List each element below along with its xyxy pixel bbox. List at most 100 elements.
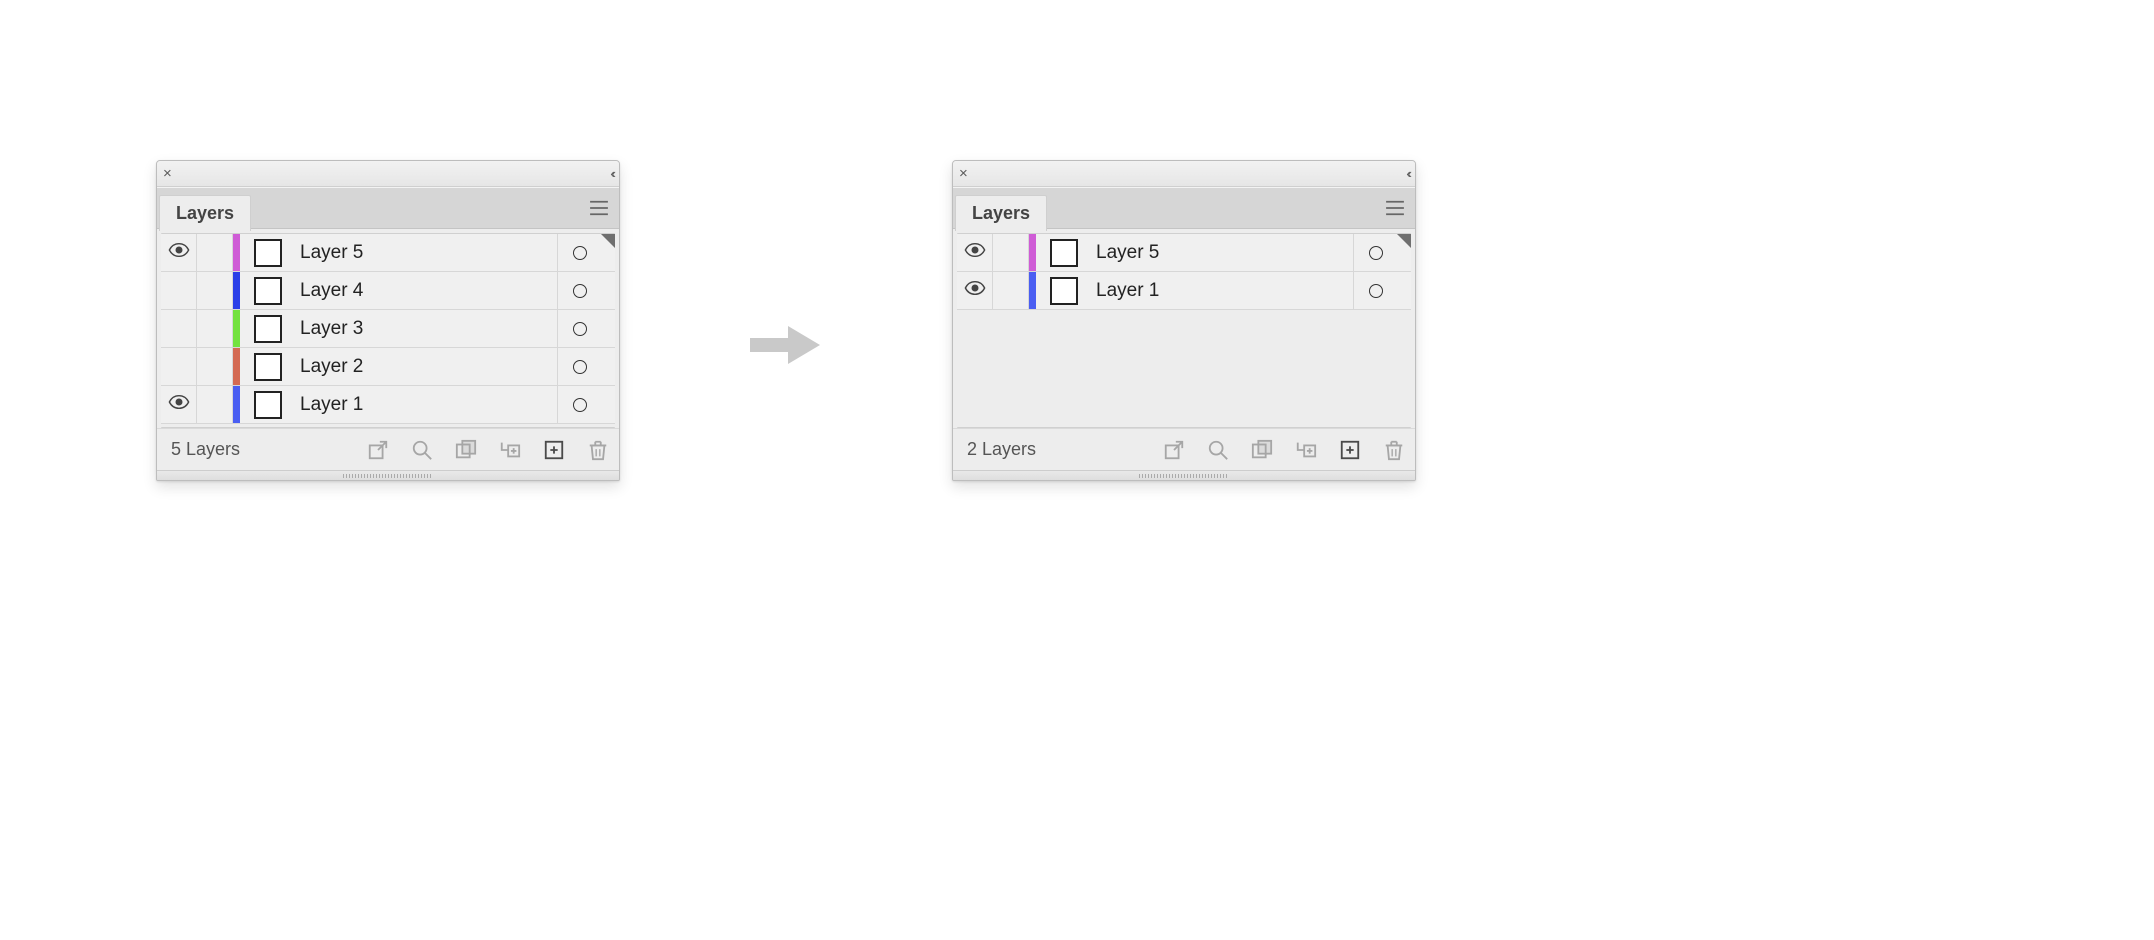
collapse-icon[interactable]: ‹‹ — [610, 167, 613, 180]
layer-row[interactable]: Layer 5 — [957, 234, 1411, 272]
layer-color-bar — [233, 348, 240, 385]
target-icon — [573, 322, 587, 336]
new-layer-icon[interactable] — [543, 439, 565, 461]
eye-icon — [168, 243, 190, 262]
visibility-toggle[interactable] — [161, 272, 197, 309]
lock-toggle[interactable] — [197, 310, 233, 347]
layer-row[interactable]: Layer 2 — [161, 348, 615, 386]
close-icon[interactable]: × — [163, 166, 172, 181]
layer-color-bar — [1029, 234, 1036, 271]
layer-thumbnail[interactable] — [240, 386, 296, 423]
layer-thumbnail[interactable] — [240, 272, 296, 309]
new-layer-icon[interactable] — [1339, 439, 1361, 461]
flyout-menu-icon[interactable] — [579, 188, 619, 228]
scroll-corner-icon — [601, 234, 615, 248]
target-button[interactable] — [557, 310, 601, 347]
layer-row[interactable]: Layer 1 — [957, 272, 1411, 310]
collect-export-icon[interactable] — [367, 439, 389, 461]
lock-toggle[interactable] — [197, 234, 233, 271]
clipping-mask-icon[interactable] — [455, 439, 477, 461]
target-icon — [1369, 284, 1383, 298]
tab-layers[interactable]: Layers — [159, 195, 251, 231]
layer-row[interactable]: Layer 1 — [161, 386, 615, 424]
lock-toggle[interactable] — [993, 234, 1029, 271]
clipping-mask-icon[interactable] — [1251, 439, 1273, 461]
collapse-icon[interactable]: ‹‹ — [1406, 167, 1409, 180]
layer-thumbnail[interactable] — [240, 310, 296, 347]
resize-grip[interactable] — [953, 470, 1415, 480]
visibility-toggle[interactable] — [957, 272, 993, 309]
layer-name[interactable]: Layer 3 — [296, 310, 557, 347]
layer-thumbnail[interactable] — [240, 234, 296, 271]
eye-icon — [964, 243, 986, 262]
layer-row[interactable]: Layer 3 — [161, 310, 615, 348]
lock-toggle[interactable] — [197, 386, 233, 423]
layer-row[interactable]: Layer 4 — [161, 272, 615, 310]
visibility-toggle[interactable] — [161, 348, 197, 385]
eye-icon — [964, 281, 986, 300]
flyout-menu-icon[interactable] — [1375, 188, 1415, 228]
layer-name[interactable]: Layer 4 — [296, 272, 557, 309]
target-button[interactable] — [1353, 234, 1397, 271]
lock-toggle[interactable] — [197, 272, 233, 309]
visibility-toggle[interactable] — [161, 310, 197, 347]
eye-icon — [168, 395, 190, 414]
layer-name[interactable]: Layer 5 — [296, 234, 557, 271]
grip-icon — [343, 474, 433, 478]
layer-name[interactable]: Layer 2 — [296, 348, 557, 385]
visibility-toggle[interactable] — [161, 234, 197, 271]
panel-titlebar: × ‹‹ — [953, 161, 1415, 187]
layer-name[interactable]: Layer 5 — [1092, 234, 1353, 271]
target-button[interactable] — [1353, 272, 1397, 309]
target-icon — [573, 284, 587, 298]
target-icon — [573, 360, 587, 374]
thumbnail-swatch — [1050, 239, 1078, 267]
layer-color-bar — [233, 272, 240, 309]
layer-name[interactable]: Layer 1 — [296, 386, 557, 423]
layer-color-bar — [233, 234, 240, 271]
tab-bar: Layers — [157, 187, 619, 229]
target-icon — [573, 398, 587, 412]
locate-object-icon[interactable] — [1207, 439, 1229, 461]
close-icon[interactable]: × — [959, 166, 968, 181]
layer-count-label: 5 Layers — [171, 439, 240, 460]
lock-toggle[interactable] — [197, 348, 233, 385]
delete-layer-icon[interactable] — [1383, 439, 1405, 461]
locate-object-icon[interactable] — [411, 439, 433, 461]
lock-toggle[interactable] — [993, 272, 1029, 309]
panel-footer: 5 Layers — [157, 428, 619, 470]
tab-label: Layers — [972, 203, 1030, 224]
layer-list: Layer 5Layer 1 — [957, 233, 1411, 428]
layer-name[interactable]: Layer 1 — [1092, 272, 1353, 309]
thumbnail-swatch — [1050, 277, 1078, 305]
layer-count-label: 2 Layers — [967, 439, 1036, 460]
target-button[interactable] — [557, 386, 601, 423]
visibility-toggle[interactable] — [161, 386, 197, 423]
scroll-corner-icon — [1397, 234, 1411, 248]
delete-layer-icon[interactable] — [587, 439, 609, 461]
new-sublayer-icon[interactable] — [1295, 439, 1317, 461]
layer-thumbnail[interactable] — [1036, 272, 1092, 309]
new-sublayer-icon[interactable] — [499, 439, 521, 461]
panel-footer: 2 Layers — [953, 428, 1415, 470]
target-icon — [1369, 246, 1383, 260]
thumbnail-swatch — [254, 353, 282, 381]
thumbnail-swatch — [254, 277, 282, 305]
layer-thumbnail[interactable] — [1036, 234, 1092, 271]
target-button[interactable] — [557, 234, 601, 271]
layers-panel-before: × ‹‹ Layers Layer 5Layer 4Layer 3Layer 2Lay… — [156, 160, 620, 481]
collect-export-icon[interactable] — [1163, 439, 1185, 461]
layer-color-bar — [233, 386, 240, 423]
tab-label: Layers — [176, 203, 234, 224]
target-button[interactable] — [557, 272, 601, 309]
layer-row[interactable]: Layer 5 — [161, 234, 615, 272]
thumbnail-swatch — [254, 315, 282, 343]
layer-thumbnail[interactable] — [240, 348, 296, 385]
tab-layers[interactable]: Layers — [955, 195, 1047, 231]
layer-color-bar — [233, 310, 240, 347]
visibility-toggle[interactable] — [957, 234, 993, 271]
target-button[interactable] — [557, 348, 601, 385]
arrow-icon — [750, 320, 820, 375]
resize-grip[interactable] — [157, 470, 619, 480]
panel-titlebar: × ‹‹ — [157, 161, 619, 187]
